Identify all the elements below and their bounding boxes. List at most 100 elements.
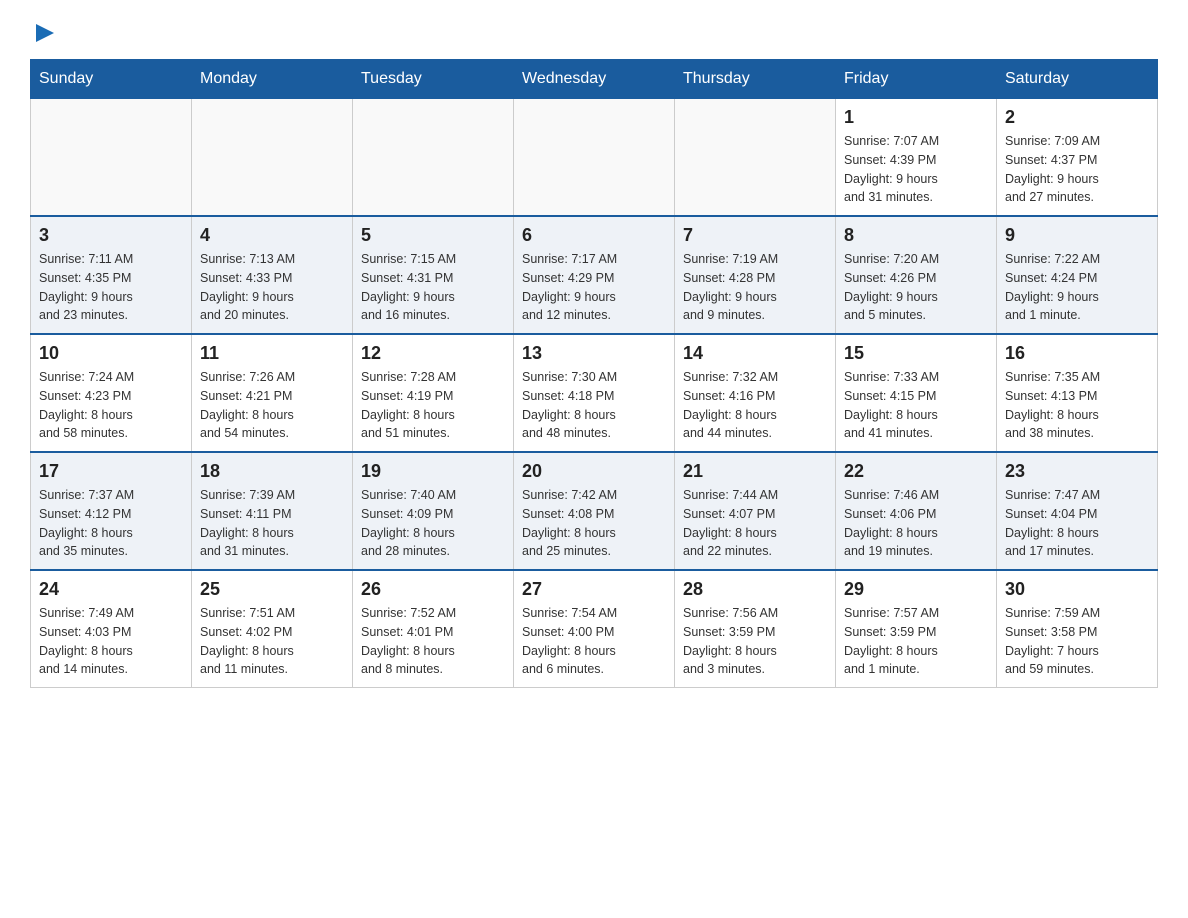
calendar-day-27: 27 Sunrise: 7:54 AM Sunset: 4:00 PM Dayli… — [514, 570, 675, 688]
day-info: Sunrise: 7:35 AM Sunset: 4:13 PM Dayligh… — [1005, 368, 1149, 443]
calendar-day-3: 3 Sunrise: 7:11 AM Sunset: 4:35 PM Daylig… — [31, 216, 192, 334]
calendar-empty-cell — [31, 99, 192, 217]
calendar-day-22: 22 Sunrise: 7:46 AM Sunset: 4:06 PM Dayli… — [836, 452, 997, 570]
calendar-day-8: 8Sunrise: 7:20 AM Sunset: 4:26 PM Daylig… — [836, 216, 997, 334]
day-info: Sunrise: 7:49 AM Sunset: 4:03 PM Dayligh… — [39, 604, 183, 679]
calendar-day-9: 9 Sunrise: 7:22 AM Sunset: 4:24 PM Daylig… — [997, 216, 1158, 334]
day-number: 23 — [1005, 461, 1149, 482]
calendar-empty-cell — [192, 99, 353, 217]
calendar-day-17: 17Sunrise: 7:37 AM Sunset: 4:12 PM Dayli… — [31, 452, 192, 570]
day-number: 6 — [522, 225, 666, 246]
day-number: 26 — [361, 579, 505, 600]
calendar-day-7: 7 Sunrise: 7:19 AM Sunset: 4:28 PM Daylig… — [675, 216, 836, 334]
day-info: Sunrise: 7:39 AM Sunset: 4:11 PM Dayligh… — [200, 486, 344, 561]
day-number: 2 — [1005, 107, 1149, 128]
calendar-day-19: 19 Sunrise: 7:40 AM Sunset: 4:09 PM Dayli… — [353, 452, 514, 570]
day-number: 8 — [844, 225, 988, 246]
weekday-header-monday: Monday — [192, 60, 353, 99]
calendar-day-5: 5Sunrise: 7:15 AM Sunset: 4:31 PM Daylig… — [353, 216, 514, 334]
day-info: Sunrise: 7:11 AM Sunset: 4:35 PM Dayligh… — [39, 250, 183, 325]
day-info: Sunrise: 7:17 AM Sunset: 4:29 PM Dayligh… — [522, 250, 666, 325]
day-info: Sunrise: 7:22 AM Sunset: 4:24 PM Dayligh… — [1005, 250, 1149, 325]
calendar-day-1: 1 Sunrise: 7:07 AM Sunset: 4:39 PM Daylig… — [836, 99, 997, 217]
day-number: 28 — [683, 579, 827, 600]
day-number: 25 — [200, 579, 344, 600]
day-number: 21 — [683, 461, 827, 482]
calendar-day-24: 24 Sunrise: 7:49 AM Sunset: 4:03 PM Dayli… — [31, 570, 192, 688]
day-info: Sunrise: 7:30 AM Sunset: 4:18 PM Dayligh… — [522, 368, 666, 443]
calendar-day-15: 15 Sunrise: 7:33 AM Sunset: 4:15 PM Dayli… — [836, 334, 997, 452]
day-number: 16 — [1005, 343, 1149, 364]
day-number: 12 — [361, 343, 505, 364]
calendar-header-row: SundayMondayTuesdayWednesdayThursdayFrid… — [31, 60, 1158, 99]
day-number: 22 — [844, 461, 988, 482]
calendar-table: SundayMondayTuesdayWednesdayThursdayFrid… — [30, 59, 1158, 688]
day-info: Sunrise: 7:57 AM Sunset: 3:59 PM Dayligh… — [844, 604, 988, 679]
day-info: Sunrise: 7:24 AM Sunset: 4:23 PM Dayligh… — [39, 368, 183, 443]
day-info: Sunrise: 7:47 AM Sunset: 4:04 PM Dayligh… — [1005, 486, 1149, 561]
day-number: 1 — [844, 107, 988, 128]
calendar-day-29: 29 Sunrise: 7:57 AM Sunset: 3:59 PM Dayli… — [836, 570, 997, 688]
day-info: Sunrise: 7:15 AM Sunset: 4:31 PM Dayligh… — [361, 250, 505, 325]
calendar-day-21: 21Sunrise: 7:44 AM Sunset: 4:07 PM Dayli… — [675, 452, 836, 570]
day-info: Sunrise: 7:19 AM Sunset: 4:28 PM Dayligh… — [683, 250, 827, 325]
day-info: Sunrise: 7:56 AM Sunset: 3:59 PM Dayligh… — [683, 604, 827, 679]
day-number: 29 — [844, 579, 988, 600]
day-info: Sunrise: 7:32 AM Sunset: 4:16 PM Dayligh… — [683, 368, 827, 443]
calendar-day-25: 25 Sunrise: 7:51 AM Sunset: 4:02 PM Dayli… — [192, 570, 353, 688]
weekday-header-friday: Friday — [836, 60, 997, 99]
day-info: Sunrise: 7:37 AM Sunset: 4:12 PM Dayligh… — [39, 486, 183, 561]
day-number: 24 — [39, 579, 183, 600]
calendar-empty-cell — [675, 99, 836, 217]
day-number: 11 — [200, 343, 344, 364]
day-number: 7 — [683, 225, 827, 246]
calendar-empty-cell — [514, 99, 675, 217]
day-number: 15 — [844, 343, 988, 364]
day-number: 3 — [39, 225, 183, 246]
weekday-header-tuesday: Tuesday — [353, 60, 514, 99]
day-info: Sunrise: 7:33 AM Sunset: 4:15 PM Dayligh… — [844, 368, 988, 443]
calendar-row: 3 Sunrise: 7:11 AM Sunset: 4:35 PM Daylig… — [31, 216, 1158, 334]
calendar-day-13: 13 Sunrise: 7:30 AM Sunset: 4:18 PM Dayli… — [514, 334, 675, 452]
day-number: 27 — [522, 579, 666, 600]
day-info: Sunrise: 7:13 AM Sunset: 4:33 PM Dayligh… — [200, 250, 344, 325]
calendar-day-10: 10 Sunrise: 7:24 AM Sunset: 4:23 PM Dayli… — [31, 334, 192, 452]
calendar-day-20: 20 Sunrise: 7:42 AM Sunset: 4:08 PM Dayli… — [514, 452, 675, 570]
calendar-empty-cell — [353, 99, 514, 217]
day-info: Sunrise: 7:40 AM Sunset: 4:09 PM Dayligh… — [361, 486, 505, 561]
calendar-row: 1 Sunrise: 7:07 AM Sunset: 4:39 PM Daylig… — [31, 99, 1158, 217]
calendar-day-16: 16 Sunrise: 7:35 AM Sunset: 4:13 PM Dayli… — [997, 334, 1158, 452]
calendar-day-28: 28 Sunrise: 7:56 AM Sunset: 3:59 PM Dayli… — [675, 570, 836, 688]
day-info: Sunrise: 7:09 AM Sunset: 4:37 PM Dayligh… — [1005, 132, 1149, 207]
day-number: 20 — [522, 461, 666, 482]
day-number: 13 — [522, 343, 666, 364]
day-info: Sunrise: 7:42 AM Sunset: 4:08 PM Dayligh… — [522, 486, 666, 561]
calendar-row: 24 Sunrise: 7:49 AM Sunset: 4:03 PM Dayli… — [31, 570, 1158, 688]
day-info: Sunrise: 7:51 AM Sunset: 4:02 PM Dayligh… — [200, 604, 344, 679]
day-number: 19 — [361, 461, 505, 482]
calendar-row: 17Sunrise: 7:37 AM Sunset: 4:12 PM Dayli… — [31, 452, 1158, 570]
calendar-day-23: 23 Sunrise: 7:47 AM Sunset: 4:04 PM Dayli… — [997, 452, 1158, 570]
logo-arrow-icon — [34, 22, 56, 44]
weekday-header-wednesday: Wednesday — [514, 60, 675, 99]
day-info: Sunrise: 7:46 AM Sunset: 4:06 PM Dayligh… — [844, 486, 988, 561]
calendar-day-6: 6 Sunrise: 7:17 AM Sunset: 4:29 PM Daylig… — [514, 216, 675, 334]
page-header — [30, 20, 1158, 49]
calendar-day-18: 18Sunrise: 7:39 AM Sunset: 4:11 PM Dayli… — [192, 452, 353, 570]
weekday-header-sunday: Sunday — [31, 60, 192, 99]
day-info: Sunrise: 7:26 AM Sunset: 4:21 PM Dayligh… — [200, 368, 344, 443]
day-info: Sunrise: 7:07 AM Sunset: 4:39 PM Dayligh… — [844, 132, 988, 207]
day-number: 14 — [683, 343, 827, 364]
day-number: 10 — [39, 343, 183, 364]
calendar-day-2: 2 Sunrise: 7:09 AM Sunset: 4:37 PM Daylig… — [997, 99, 1158, 217]
logo — [30, 20, 56, 49]
day-number: 9 — [1005, 225, 1149, 246]
calendar-day-26: 26Sunrise: 7:52 AM Sunset: 4:01 PM Dayli… — [353, 570, 514, 688]
calendar-day-12: 12Sunrise: 7:28 AM Sunset: 4:19 PM Dayli… — [353, 334, 514, 452]
calendar-day-14: 14 Sunrise: 7:32 AM Sunset: 4:16 PM Dayli… — [675, 334, 836, 452]
day-number: 4 — [200, 225, 344, 246]
day-info: Sunrise: 7:54 AM Sunset: 4:00 PM Dayligh… — [522, 604, 666, 679]
weekday-header-saturday: Saturday — [997, 60, 1158, 99]
calendar-row: 10 Sunrise: 7:24 AM Sunset: 4:23 PM Dayli… — [31, 334, 1158, 452]
day-info: Sunrise: 7:59 AM Sunset: 3:58 PM Dayligh… — [1005, 604, 1149, 679]
